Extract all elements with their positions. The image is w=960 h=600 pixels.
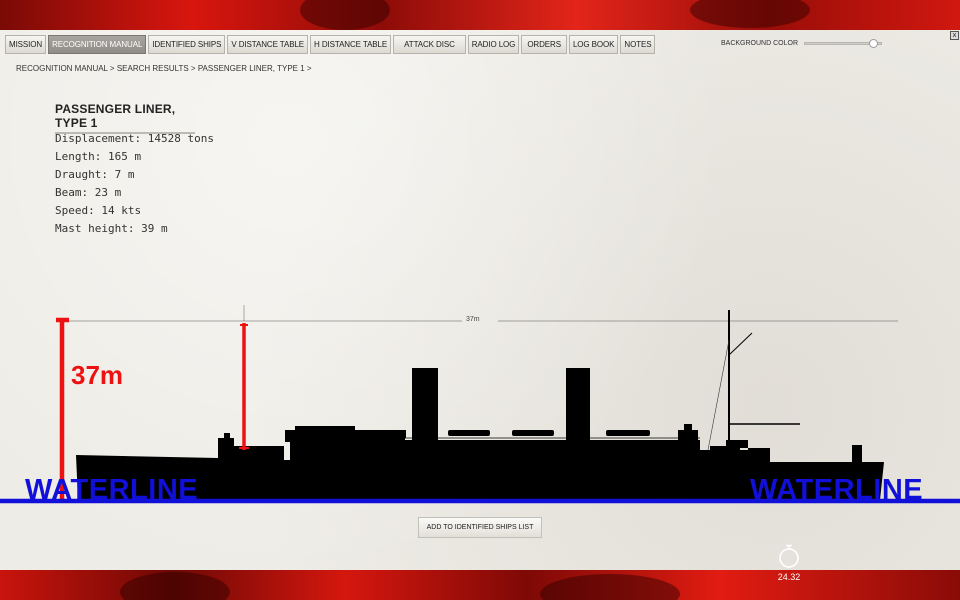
tab-log-book[interactable]: LOG BOOK xyxy=(568,35,619,54)
breadcrumb: RECOGNITION MANUAL > SEARCH RESULTS > PA… xyxy=(16,64,312,73)
waterline-label-left: WATERLINE xyxy=(25,474,199,506)
slider-knob[interactable] xyxy=(868,39,878,48)
tab-identified-ships[interactable]: IDENTIFIED SHIPS xyxy=(148,35,226,54)
tab-orders[interactable]: ORDERS xyxy=(521,35,567,54)
spec-displacement: Displacement: 14528 tons xyxy=(55,132,214,145)
spec-speed: Speed: 14 kts xyxy=(55,204,142,217)
tab-v-distance-table[interactable]: V DISTANCE TABLE xyxy=(227,35,309,54)
tab-radio-log[interactable]: RADIO LOG xyxy=(467,35,520,54)
game-background-bottom xyxy=(0,570,960,600)
tab-h-distance-table[interactable]: H DISTANCE TABLE xyxy=(310,35,392,54)
tab-notes[interactable]: NOTES xyxy=(620,35,656,54)
ship-specs: Displacement: 14528 tons Length: 165 m D… xyxy=(55,130,214,238)
tab-recognition-manual[interactable]: RECOGNITION MANUAL xyxy=(48,35,147,54)
background-color-control: BACKGROUND COLOR xyxy=(721,39,883,48)
spec-draught: Draught: 7 m xyxy=(55,168,135,181)
tab-attack-disc[interactable]: ATTACK DISC xyxy=(393,35,466,54)
waterline-label-right: WATERLINE xyxy=(750,474,924,506)
background-color-slider[interactable] xyxy=(804,39,883,48)
spec-mast-height: Mast height: 39 m xyxy=(55,222,168,235)
stopwatch-icon xyxy=(779,544,799,568)
reference-line-label: 37m xyxy=(466,316,480,323)
spec-beam: Beam: 23 m xyxy=(55,186,122,199)
tab-mission[interactable]: MISSION xyxy=(5,35,47,54)
close-button[interactable]: x xyxy=(950,31,959,40)
timer-value: 24.32 xyxy=(777,572,801,582)
background-color-label: BACKGROUND COLOR xyxy=(721,40,799,47)
mast-height-annotation: 37m xyxy=(71,360,124,390)
spec-length: Length: 165 m xyxy=(55,150,142,163)
timer: 24.32 xyxy=(774,544,804,584)
tab-bar: MISSION RECOGNITION MANUAL IDENTIFIED SH… xyxy=(5,35,656,54)
add-to-identified-ships-button[interactable]: ADD TO IDENTIFIED SHIPS LIST xyxy=(418,517,542,538)
game-background-top xyxy=(0,0,960,30)
